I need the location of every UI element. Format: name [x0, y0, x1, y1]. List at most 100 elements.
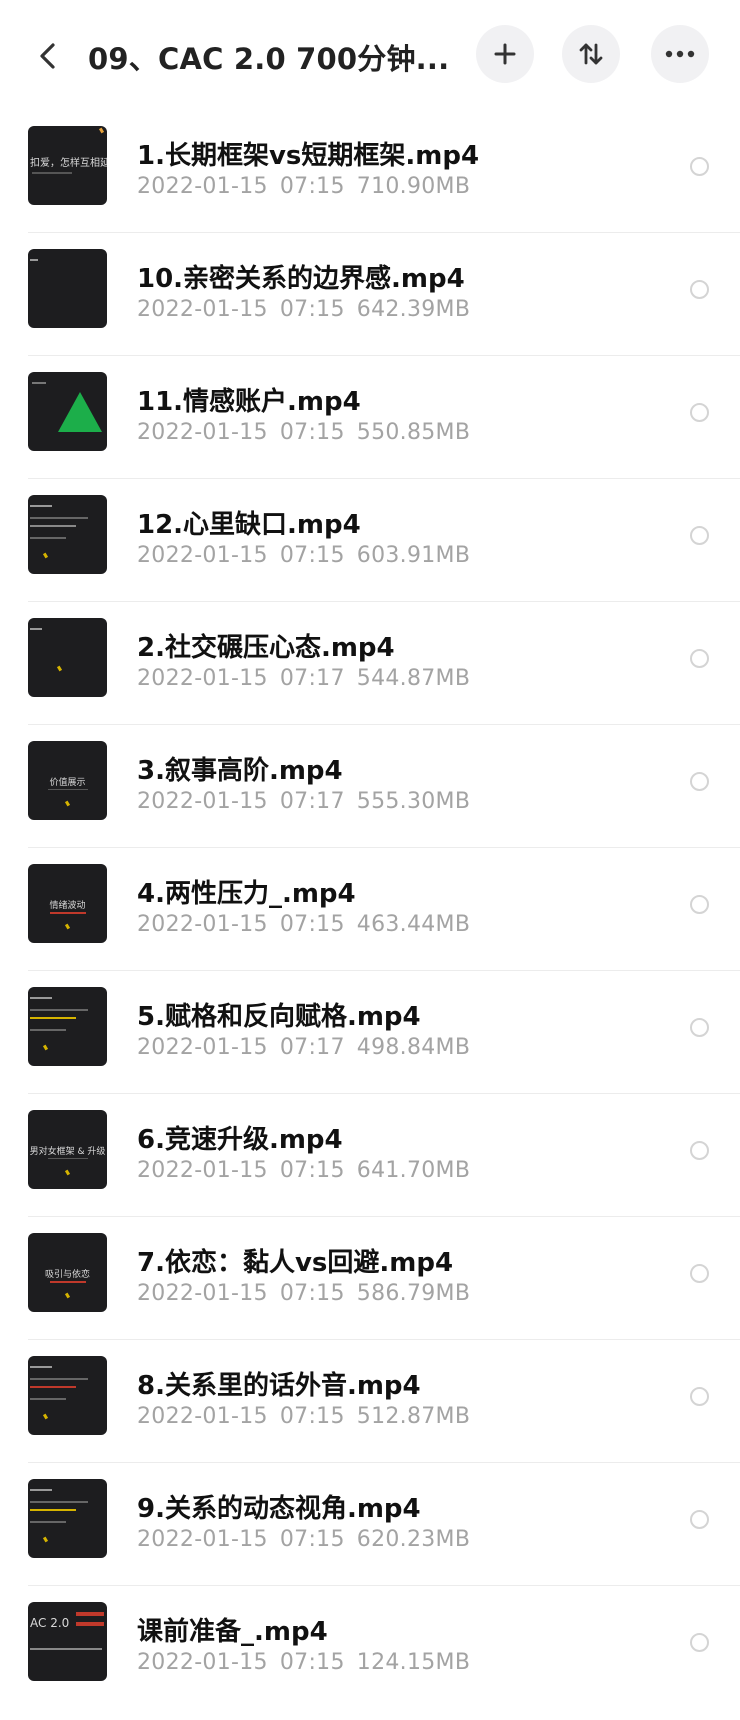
select-radio[interactable]: [690, 1018, 709, 1037]
file-date: 2022-01-15: [137, 666, 268, 691]
file-time: 07:15: [279, 543, 345, 568]
thumbnail-text: 扣爱，怎样互相延伸: [30, 158, 107, 169]
thumbnail-text: 吸引与依恋: [44, 1270, 90, 1280]
file-row[interactable]: 12.心里缺口.mp4 2022-01-15 07:15 603.91MB: [0, 479, 740, 602]
select-radio[interactable]: [690, 1510, 709, 1529]
more-horizontal-icon: [665, 50, 695, 58]
select-radio[interactable]: [690, 1264, 709, 1283]
thumbnail-line: [30, 1366, 52, 1368]
file-row[interactable]: 8.关系里的话外音.mp4 2022-01-15 07:15 512.87MB: [0, 1340, 740, 1463]
file-time: 07:15: [279, 420, 345, 445]
thumbnail-line: [30, 1398, 66, 1400]
video-thumbnail: [28, 1479, 107, 1558]
file-size: 586.79MB: [356, 1281, 471, 1306]
add-button[interactable]: [476, 25, 534, 83]
file-meta: 2022-01-15 07:17 555.30MB: [137, 789, 482, 814]
file-size: 642.39MB: [356, 297, 471, 322]
thumbnail-accent: [76, 1612, 104, 1616]
select-radio[interactable]: [690, 1141, 709, 1160]
file-meta: 2022-01-15 07:15 512.87MB: [137, 1404, 482, 1429]
file-row[interactable]: 5.赋格和反向赋格.mp4 2022-01-15 07:17 498.84MB: [0, 971, 740, 1094]
file-date: 2022-01-15: [137, 174, 268, 199]
select-radio[interactable]: [690, 1633, 709, 1652]
file-row[interactable]: 11.情感账户.mp4 2022-01-15 07:15 550.85MB: [0, 356, 740, 479]
thumbnail-accent: [64, 1292, 71, 1299]
chevron-left-icon: [40, 43, 55, 69]
select-radio[interactable]: [690, 1387, 709, 1406]
thumbnail-line: [30, 1521, 66, 1523]
select-radio[interactable]: [690, 157, 709, 176]
file-meta: 2022-01-15 07:15 710.90MB: [137, 174, 482, 199]
thumbnail-text: 男对女框架 & 升级: [29, 1147, 106, 1157]
file-row[interactable]: 情绪波动 4.两性压力_.mp4 2022-01-15 07:15 463.44MB: [0, 848, 740, 971]
thumbnail-accent: [98, 127, 105, 134]
video-thumbnail: [28, 372, 107, 451]
file-meta: 2022-01-15 07:15 586.79MB: [137, 1281, 482, 1306]
file-date: 2022-01-15: [137, 789, 268, 814]
thumbnail-line: [30, 505, 52, 507]
file-row[interactable]: 10.亲密关系的边界感.mp4 2022-01-15 07:15 642.39MB: [0, 233, 740, 356]
file-meta: 2022-01-15 07:15 550.85MB: [137, 420, 482, 445]
select-radio[interactable]: [690, 280, 709, 299]
file-list: 扣爱，怎样互相延伸 1.长期框架vs短期框架.mp4 2022-01-15 07:15…: [0, 110, 740, 1709]
thumbnail-line: [30, 1489, 52, 1491]
top-bar: 09、CAC 2.0 700分钟...: [0, 0, 740, 110]
thumbnail-line: [30, 1378, 88, 1380]
thumbnail-line: [30, 1386, 76, 1388]
file-meta: 2022-01-15 07:15 641.70MB: [137, 1158, 482, 1183]
file-size: 710.90MB: [356, 174, 471, 199]
thumbnail-line: [30, 1501, 88, 1503]
file-size: 550.85MB: [356, 420, 471, 445]
page-title: 09、CAC 2.0 700分钟...: [88, 42, 448, 76]
video-thumbnail: AC 2.0: [28, 1602, 107, 1681]
file-name: 6.竞速升级.mp4: [137, 1125, 343, 1155]
file-date: 2022-01-15: [137, 1404, 268, 1429]
sort-icon: [579, 43, 603, 65]
file-date: 2022-01-15: [137, 1650, 268, 1675]
file-date: 2022-01-15: [137, 1035, 268, 1060]
file-row[interactable]: 扣爱，怎样互相延伸 1.长期框架vs短期框架.mp4 2022-01-15 07:15…: [0, 110, 740, 233]
file-row[interactable]: 9.关系的动态视角.mp4 2022-01-15 07:15 620.23MB: [0, 1463, 740, 1586]
file-name: 9.关系的动态视角.mp4: [137, 1494, 421, 1524]
file-time: 07:17: [279, 666, 345, 691]
thumbnail-accent: [42, 1413, 49, 1420]
file-time: 07:15: [279, 174, 345, 199]
sort-button[interactable]: [562, 25, 620, 83]
file-name: 2.社交碾压心态.mp4: [137, 633, 395, 663]
file-date: 2022-01-15: [137, 543, 268, 568]
file-name: 4.两性压力_.mp4: [137, 879, 356, 909]
video-thumbnail: [28, 1356, 107, 1435]
video-thumbnail: 男对女框架 & 升级: [28, 1110, 107, 1189]
select-radio[interactable]: [690, 403, 709, 422]
select-radio[interactable]: [690, 526, 709, 545]
thumbnail-accent: [42, 552, 49, 559]
file-meta: 2022-01-15 07:15 463.44MB: [137, 912, 482, 937]
thumbnail-accent: [64, 923, 71, 930]
file-row[interactable]: 价值展示 3.叙事高阶.mp4 2022-01-15 07:17 555.30MB: [0, 725, 740, 848]
select-radio[interactable]: [690, 772, 709, 791]
thumbnail-line: [30, 259, 38, 261]
file-time: 07:15: [279, 1404, 345, 1429]
select-radio[interactable]: [690, 895, 709, 914]
more-button[interactable]: [651, 25, 709, 83]
thumbnail-line: [30, 1648, 102, 1650]
file-time: 07:15: [279, 1158, 345, 1183]
file-meta: 2022-01-15 07:15 620.23MB: [137, 1527, 482, 1552]
file-row[interactable]: 吸引与依恋 7.依恋：黏人vs回避.mp4 2022-01-15 07:15 586.7…: [0, 1217, 740, 1340]
file-time: 07:15: [279, 912, 345, 937]
file-date: 2022-01-15: [137, 1281, 268, 1306]
thumbnail-accent: [56, 665, 63, 672]
file-name: 课前准备_.mp4: [137, 1617, 328, 1647]
file-time: 07:15: [279, 1527, 345, 1552]
file-row[interactable]: 男对女框架 & 升级 6.竞速升级.mp4 2022-01-15 07:15 641.7…: [0, 1094, 740, 1217]
select-radio[interactable]: [690, 649, 709, 668]
file-row[interactable]: 2.社交碾压心态.mp4 2022-01-15 07:17 544.87MB: [0, 602, 740, 725]
file-size: 512.87MB: [356, 1404, 471, 1429]
file-meta: 2022-01-15 07:15 642.39MB: [137, 297, 482, 322]
file-row[interactable]: AC 2.0 课前准备_.mp4 2022-01-15 07:15 124.15MB: [0, 1586, 740, 1709]
thumbnail-accent: [76, 1622, 104, 1626]
file-meta: 2022-01-15 07:15 603.91MB: [137, 543, 482, 568]
thumbnail-accent: [64, 800, 71, 807]
back-button[interactable]: [26, 34, 70, 78]
file-size: 544.87MB: [356, 666, 471, 691]
